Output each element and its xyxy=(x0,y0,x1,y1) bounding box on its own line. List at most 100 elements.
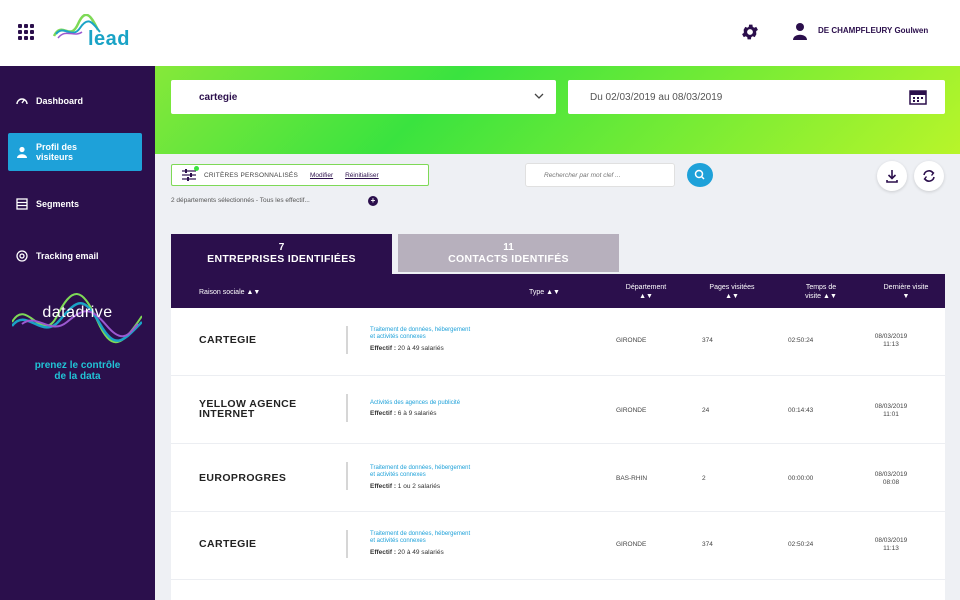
sidebar-item-label: Tracking email xyxy=(36,251,99,261)
effectif-value: 20 à 49 salariés xyxy=(396,345,444,352)
criteria-label: CRITÈRES PERSONNALISÉS xyxy=(204,171,298,179)
last-visit: 08/03/2019 11:13 xyxy=(871,333,911,349)
col-derniere-visite[interactable]: Dernière visite ▼ xyxy=(871,283,941,301)
search-icon xyxy=(694,169,705,180)
logo-text: lead xyxy=(88,28,131,50)
table-row[interactable]: EUROPROGRES Traitement de données, héber… xyxy=(171,444,945,512)
department: GIRONDE xyxy=(616,407,647,414)
gear-icon[interactable] xyxy=(740,22,760,42)
at-icon xyxy=(16,250,28,262)
divider xyxy=(346,394,348,422)
col-label: Pages visitées xyxy=(709,284,755,291)
sidebar-item-dashboard[interactable]: Dashboard xyxy=(8,82,142,120)
effectif-label: Effectif : xyxy=(370,410,396,417)
date-range-picker[interactable]: Du 02/03/2019 au 08/03/2019 xyxy=(568,80,945,114)
tab-count: 7 xyxy=(278,242,285,253)
visit-time: 02:50:24 xyxy=(788,541,814,548)
refresh-icon xyxy=(923,170,935,182)
visit-time: 00:14:43 xyxy=(788,407,814,414)
col-temps-visite[interactable]: Temps de visite ▲▼ xyxy=(786,283,856,301)
company-name: YELLOW AGENCE INTERNET xyxy=(199,399,297,420)
effectif-value: 20 à 49 salariés xyxy=(396,549,444,556)
company-select[interactable]: cartegie xyxy=(171,80,556,114)
company-select-value: cartegie xyxy=(199,92,238,103)
datadrive-brand: datadrive xyxy=(42,304,113,321)
col-label: Département xyxy=(625,284,667,291)
companies-table: Raison sociale ▲▼ Type ▲▼ Département ▲▼… xyxy=(171,274,945,600)
company-name-line: EUROPROGRES xyxy=(199,472,287,484)
refresh-button[interactable] xyxy=(914,161,944,191)
sector-line: Traitement de données, hébergement xyxy=(370,531,471,537)
segments-icon xyxy=(16,198,28,210)
tab-entreprises[interactable]: 7 ENTREPRISES IDENTIFIÉES xyxy=(171,234,392,274)
user-icon[interactable] xyxy=(792,22,808,40)
sort-arrows: ▲▼ xyxy=(639,293,653,300)
sector-line: et activités connexes xyxy=(370,334,426,340)
pages-visited: 374 xyxy=(702,541,713,548)
last-visit: 08/03/2019 11:13 xyxy=(871,537,911,553)
sort-arrows: ▼ xyxy=(902,293,910,300)
department: BAS-RHIN xyxy=(616,475,648,482)
company-effectif: Effectif : 6 à 9 salariés xyxy=(370,410,436,417)
download-button[interactable] xyxy=(877,161,907,191)
calendar-icon[interactable] xyxy=(909,89,927,105)
user-name[interactable]: DE CHAMPFLEURY Goulwen xyxy=(818,26,928,35)
tagline-line-2: de la data xyxy=(54,371,101,382)
col-type[interactable]: Type ▲▼ xyxy=(529,288,560,297)
col-label: visite ▲▼ xyxy=(805,293,837,300)
tab-label: CONTACTS IDENTIFÉS xyxy=(448,253,569,265)
last-visit-date: 08/03/2019 xyxy=(874,471,908,478)
divider xyxy=(346,462,348,490)
last-visit-date: 08/03/2019 xyxy=(874,333,908,340)
sidebar-item-profil-visiteurs[interactable]: Profil des visiteurs xyxy=(8,133,142,171)
table-row[interactable]: CARTEGIE Traitement de données, hébergem… xyxy=(171,308,945,376)
company-name-line: CARTEGIE xyxy=(199,334,257,346)
company-name: CARTEGIE xyxy=(199,334,257,346)
gauge-icon xyxy=(16,98,28,105)
sliders-icon[interactable] xyxy=(182,166,199,181)
search-input[interactable] xyxy=(525,163,675,187)
tab-count: 11 xyxy=(503,242,514,253)
company-name: CARTEGIE xyxy=(199,539,256,550)
last-visit-date: 08/03/2019 xyxy=(874,537,908,544)
company-effectif: Effectif : 20 à 49 salariés xyxy=(370,345,444,352)
search-button[interactable] xyxy=(687,163,713,187)
company-sector: Traitement de données, hébergement et ac… xyxy=(370,531,510,545)
logo[interactable]: lead xyxy=(52,13,142,54)
plus-icon[interactable]: + xyxy=(368,196,378,206)
sector-line: Traitement de données, hébergement xyxy=(370,465,471,471)
sidebar: Dashboard Profil des visiteurs Segments … xyxy=(0,66,155,600)
sidebar-item-segments[interactable]: Segments xyxy=(8,185,142,223)
sector-line: Traitement de données, hébergement xyxy=(370,327,471,333)
reset-link[interactable]: Réinitialiser xyxy=(345,172,379,179)
tab-label: ENTREPRISES IDENTIFIÉES xyxy=(207,253,356,265)
last-visit-hour: 11:01 xyxy=(883,411,899,418)
col-raison-sociale[interactable]: Raison sociale ▲▼ xyxy=(199,288,260,297)
user-icon xyxy=(17,146,27,158)
company-name: EUROPROGRES xyxy=(199,472,287,484)
effectif-label: Effectif : xyxy=(370,549,396,556)
department: GIRONDE xyxy=(616,541,647,548)
top-bar: lead DE CHAMPFLEURY Goulwen xyxy=(0,0,960,66)
last-visit-hour: 11:13 xyxy=(883,341,899,348)
company-sector: Traitement de données, hébergement et ac… xyxy=(370,465,510,479)
last-visit-hour: 08:08 xyxy=(882,479,900,486)
col-label: Temps de xyxy=(805,284,837,291)
company-name-line: INTERNET xyxy=(199,408,255,420)
sidebar-item-label: Segments xyxy=(36,199,80,209)
table-header: Raison sociale ▲▼ Type ▲▼ Département ▲▼… xyxy=(171,274,945,308)
sidebar-item-label: Dashboard xyxy=(36,96,84,106)
table-row[interactable]: CARTEGIE Traitement de données, hébergem… xyxy=(171,512,945,580)
col-departement[interactable]: Département ▲▼ xyxy=(611,283,681,301)
apps-grid-icon[interactable] xyxy=(18,24,34,40)
divider xyxy=(346,530,348,558)
col-pages-visitees[interactable]: Pages visitées ▲▼ xyxy=(697,283,767,301)
modify-link[interactable]: Modifier xyxy=(310,172,333,179)
sidebar-item-tracking-email[interactable]: Tracking email xyxy=(8,237,142,275)
date-range-value: Du 02/03/2019 au 08/03/2019 xyxy=(590,92,723,103)
col-label: Dernière visite xyxy=(883,284,929,291)
effectif-value: 1 ou 2 salariés xyxy=(396,483,441,490)
effectif-label: Effectif : xyxy=(370,345,396,352)
table-row[interactable]: YELLOW AGENCE INTERNET Activités des age… xyxy=(171,376,945,444)
tab-contacts[interactable]: 11 CONTACTS IDENTIFÉS xyxy=(398,234,619,272)
